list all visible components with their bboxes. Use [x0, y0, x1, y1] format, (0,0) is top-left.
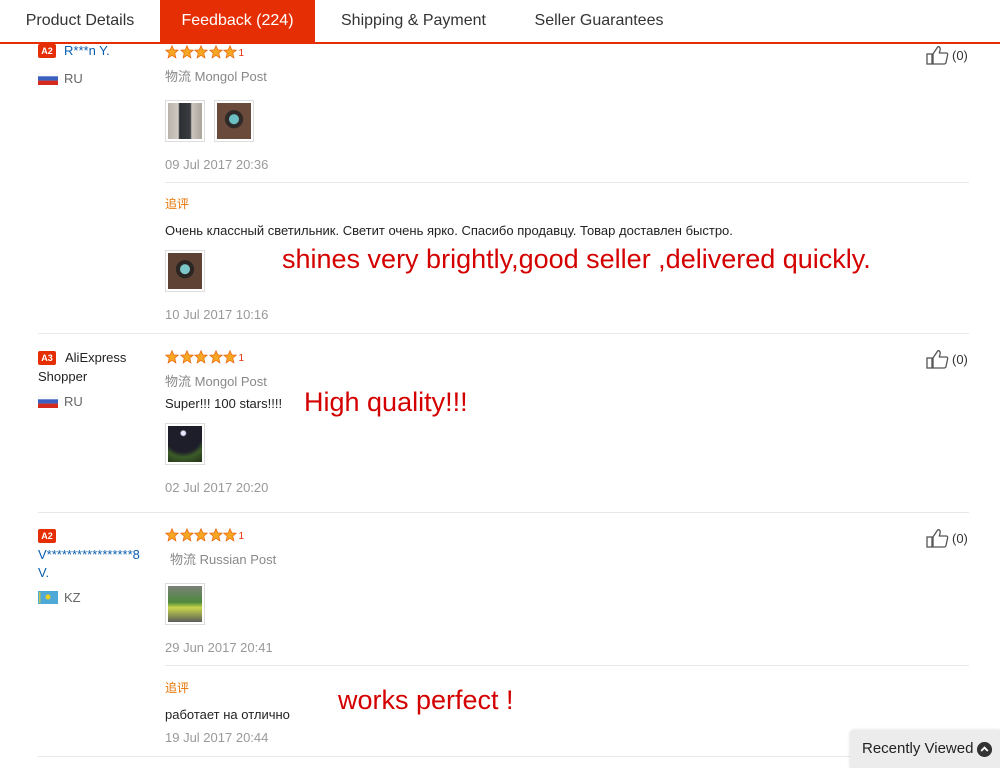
star-icon: [165, 528, 179, 542]
annotation-text: shines very brightly,good seller ,delive…: [282, 244, 871, 274]
star-icon: [194, 350, 208, 364]
buyer-level-badge: A3: [38, 351, 56, 365]
review-photo-thumbnail[interactable]: [165, 100, 205, 142]
star-icon: [223, 528, 237, 542]
star-icon: [165, 45, 179, 59]
star-icon: [194, 45, 208, 59]
review-divider: [38, 333, 969, 334]
additional-feedback-label: 追评: [165, 197, 190, 211]
buyer-level-badge: A2: [38, 529, 56, 543]
star-icon: [180, 528, 194, 542]
star-icon: [180, 45, 194, 59]
review-photo-thumbnail[interactable]: [214, 100, 254, 142]
thumbs-up-icon: [926, 45, 950, 65]
reviewer-name: AliExpress: [65, 350, 127, 365]
additional-feedback-label: 追评: [165, 681, 190, 695]
star-icon: [209, 350, 223, 364]
thumbs-up-icon: [926, 528, 950, 548]
tab-shipping-payment[interactable]: Shipping & Payment: [315, 0, 512, 42]
additional-feedback-text: работает на отлично: [165, 707, 290, 722]
tab-seller-guarantees[interactable]: Seller Guarantees: [512, 0, 686, 42]
buyer-level-badge: A2: [38, 44, 56, 58]
review-date: 29 Jun 2017 20:41: [165, 640, 273, 655]
review-photo-thumbnail[interactable]: [165, 423, 205, 465]
additional-feedback-text: Очень классный светильник. Светит очень …: [165, 223, 733, 238]
tab-product-details[interactable]: Product Details: [0, 0, 160, 42]
star-count: 1: [238, 531, 245, 542]
tab-feedback[interactable]: Feedback (224): [160, 0, 315, 42]
additional-feedback-date: 19 Jul 2017 20:44: [165, 730, 269, 745]
annotation-text: High quality!!!: [304, 387, 468, 417]
logistics-info: 物流 Mongol Post: [165, 69, 267, 84]
star-icon: [165, 350, 179, 364]
helpful-button[interactable]: (0): [926, 45, 968, 65]
review-divider: [38, 512, 969, 513]
review-photo-thumbnail[interactable]: [165, 583, 205, 625]
review-date: 09 Jul 2017 20:36: [165, 157, 269, 172]
logistics-info: 物流 Russian Post: [170, 552, 277, 567]
recently-viewed-button[interactable]: Recently Viewed: [850, 730, 1000, 768]
star-icon: [180, 350, 194, 364]
thumbs-up-icon: [926, 349, 950, 369]
star-icon: [209, 45, 223, 59]
reviewer-country: RU: [64, 71, 83, 86]
additional-feedback-date: 10 Jul 2017 10:16: [165, 307, 269, 322]
review-photo-thumbnail[interactable]: [165, 250, 205, 292]
annotation-text: works perfect !: [338, 685, 514, 715]
helpful-button[interactable]: (0): [926, 528, 968, 548]
russia-flag-icon: [38, 72, 58, 85]
helpful-count: (0): [952, 351, 968, 367]
star-icon: [194, 528, 208, 542]
reviewer-country: KZ: [64, 590, 81, 605]
reviewer-country: RU: [64, 394, 83, 409]
helpful-count: (0): [952, 530, 968, 546]
recently-viewed-label: Recently Viewed: [862, 740, 974, 757]
reviewer-name[interactable]: R***n Y.: [64, 41, 110, 60]
feedback-tab-bar: Product Details Feedback (224) Shipping …: [0, 0, 1000, 44]
review-divider: [38, 756, 850, 757]
star-rating: 1: [165, 528, 244, 542]
star-rating: 1: [165, 45, 244, 59]
star-icon: [223, 45, 237, 59]
logistics-info: 物流 Mongol Post: [165, 374, 267, 389]
review-text: Super!!! 100 stars!!!!: [165, 396, 283, 411]
divider: [165, 182, 969, 183]
reviewer-name-continued[interactable]: V.: [38, 563, 49, 582]
star-count: 1: [238, 353, 245, 364]
reviewer-name-continued: Shopper: [38, 369, 88, 384]
chevron-up-icon: [977, 742, 992, 757]
star-rating: 1: [165, 350, 244, 364]
star-icon: [223, 350, 237, 364]
reviewer-name[interactable]: V*****************8: [38, 545, 140, 564]
kazakhstan-flag-icon: [38, 591, 58, 604]
review-date: 02 Jul 2017 20:20: [165, 480, 269, 495]
divider: [165, 665, 969, 666]
helpful-count: (0): [952, 47, 968, 63]
star-icon: [209, 528, 223, 542]
helpful-button[interactable]: (0): [926, 349, 968, 369]
star-count: 1: [238, 48, 245, 59]
russia-flag-icon: [38, 395, 58, 408]
